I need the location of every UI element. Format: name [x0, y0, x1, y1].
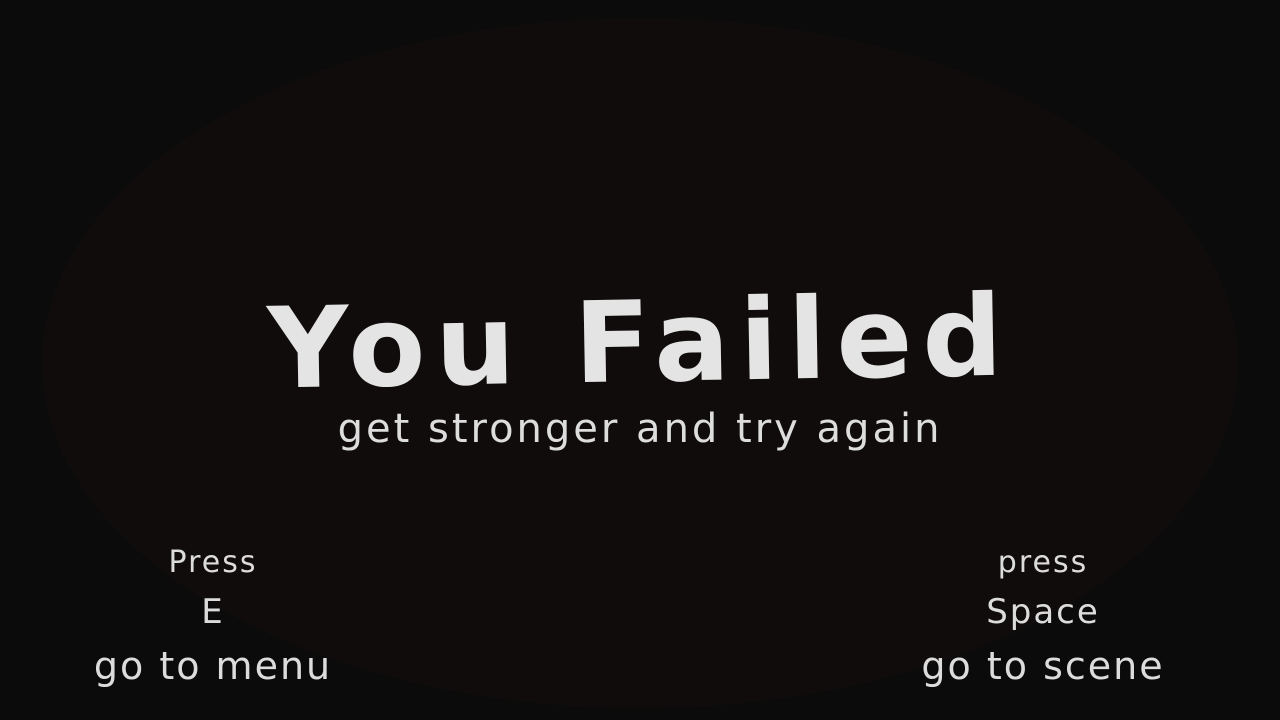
menu-hint[interactable]: Press E go to menu — [33, 540, 393, 694]
game-over-screen: You Failed get stronger and try again Pr… — [0, 0, 1280, 720]
retry-hint-action: go to scene — [921, 644, 1165, 688]
menu-hint-key: E — [201, 592, 225, 632]
retry-hint-key: Space — [986, 592, 1100, 632]
menu-hint-action: go to menu — [93, 644, 333, 688]
retry-hint[interactable]: press Space go to scene — [863, 540, 1223, 694]
game-over-subtitle: get stronger and try again — [337, 406, 943, 452]
retry-hint-press-label: press — [997, 545, 1089, 580]
game-over-title: You Failed — [266, 271, 1014, 415]
menu-hint-press-label: Press — [168, 545, 258, 580]
